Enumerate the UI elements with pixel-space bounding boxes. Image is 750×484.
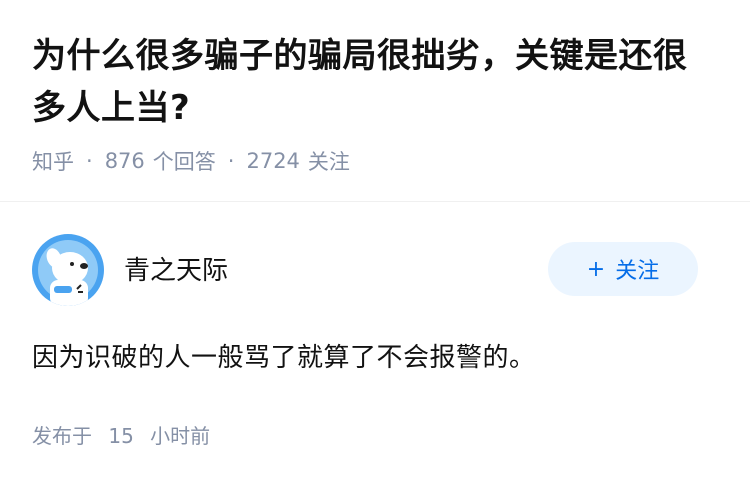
answer-count[interactable]: 876 bbox=[105, 149, 145, 173]
post-time-suffix: 小时前 bbox=[150, 424, 211, 448]
separator-dot: · bbox=[227, 149, 235, 173]
answer-count-label[interactable]: 个回答 bbox=[153, 146, 216, 176]
source-label[interactable]: 知乎 bbox=[32, 146, 74, 176]
follow-count-label[interactable]: 关注 bbox=[308, 146, 350, 176]
question-title[interactable]: 为什么很多骗子的骗局很拙劣，关键是还很多人上当? bbox=[32, 30, 718, 134]
avatar[interactable] bbox=[32, 234, 104, 306]
plus-icon: + bbox=[586, 256, 606, 282]
divider bbox=[0, 201, 750, 202]
avatar-image bbox=[32, 234, 104, 306]
question-header: 为什么很多骗子的骗局很拙劣，关键是还很多人上当? 知乎 · 876 个回答 · … bbox=[0, 0, 750, 201]
answer-content[interactable]: 因为识破的人一般骂了就算了不会报警的。 bbox=[32, 337, 536, 374]
question-meta: 知乎 · 876 个回答 · 2724 关注 bbox=[32, 146, 718, 176]
post-time: 发布于 15 小时前 bbox=[32, 420, 210, 449]
author-name[interactable]: 青之天际 bbox=[124, 250, 228, 287]
separator-dot: · bbox=[86, 149, 93, 173]
follow-button[interactable]: + 关注 bbox=[548, 242, 698, 296]
post-time-prefix: 发布于 bbox=[32, 424, 92, 448]
post-time-number: 15 bbox=[108, 424, 134, 448]
follow-count[interactable]: 2724 bbox=[246, 149, 299, 173]
follow-button-label: 关注 bbox=[615, 259, 660, 284]
